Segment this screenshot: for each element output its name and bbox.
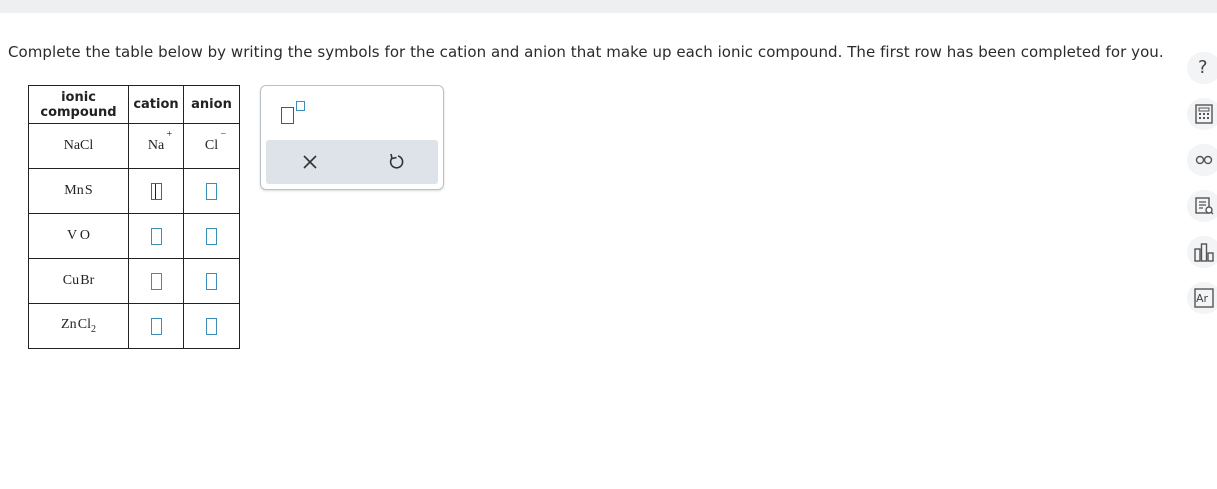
compound-element-b: Br (80, 273, 95, 288)
periodic-table-button[interactable]: Ar (1187, 282, 1217, 314)
superscript-box-icon (296, 101, 305, 111)
calculator-icon (1195, 104, 1213, 124)
top-bar (0, 0, 1217, 13)
compound-cell: Zn Cl2 (28, 303, 129, 349)
periodic-table-label: Ar (1196, 292, 1209, 305)
table-row: Mn S (28, 168, 240, 214)
chart-icon (1194, 243, 1214, 262)
help-button[interactable]: ? (1187, 52, 1217, 84)
cation-input[interactable] (150, 182, 162, 200)
cation-cell[interactable] (128, 213, 184, 259)
cation-cell: Na + (128, 123, 184, 169)
compound-cell: Mn S (28, 168, 129, 214)
glasses-button[interactable] (1187, 144, 1217, 176)
compound-element-a: Cu (62, 273, 80, 288)
compound-element-b: S (84, 183, 93, 198)
cation-value: Na + (147, 129, 172, 154)
cation-cell[interactable] (128, 303, 184, 349)
cation-input[interactable] (150, 317, 162, 335)
header-compound-line1: ionic (61, 89, 96, 105)
calculator-button[interactable] (1187, 98, 1217, 130)
anion-charge: − (220, 129, 227, 140)
compound-element-b: O (79, 228, 91, 243)
anion-input[interactable] (206, 182, 217, 200)
compound-element-b: Cl (77, 317, 91, 333)
compound-subscript: 2 (90, 323, 96, 335)
table-row: Cu Br (28, 258, 240, 304)
help-icon: ? (1198, 57, 1208, 78)
header-compound: ionic compound (28, 85, 129, 124)
header-anion: anion (183, 85, 240, 124)
anion-cell: Cl − (183, 123, 240, 169)
instruction-text: Complete the table below by writing the … (8, 43, 1164, 61)
anion-cell[interactable] (183, 213, 240, 259)
anion-cell[interactable] (183, 258, 240, 304)
compound-cell: V O (28, 213, 129, 259)
cation-cell[interactable] (128, 258, 184, 304)
ion-table: ionic compound cation anion NaCl Na + Cl… (28, 85, 240, 349)
cation-input[interactable] (150, 272, 162, 290)
compound-element-a: Mn (64, 183, 84, 198)
cation-input[interactable] (150, 227, 162, 245)
anion-input[interactable] (206, 272, 217, 290)
compound-element-b: Cl (80, 138, 94, 153)
anion-cell[interactable] (183, 303, 240, 349)
header-cation: cation (128, 85, 184, 124)
anion-input[interactable] (206, 317, 217, 335)
clear-button[interactable] (296, 150, 324, 174)
cation-cell[interactable] (128, 168, 184, 214)
anion-cell[interactable] (183, 168, 240, 214)
header-row: ionic compound cation anion (28, 85, 240, 124)
reference-icon (1195, 197, 1214, 215)
palette-action-bar (266, 140, 438, 184)
compound-element-a: V (66, 228, 78, 243)
chart-button[interactable] (1187, 236, 1217, 268)
compound-cell: NaCl (28, 123, 129, 169)
close-icon (303, 155, 317, 169)
anion-symbol: Cl (204, 138, 219, 153)
compound-cell: Cu Br (28, 258, 129, 304)
answer-palette (260, 85, 444, 190)
cation-charge: + (166, 129, 173, 140)
table-row: NaCl Na + Cl − (28, 123, 240, 169)
table-row: Zn Cl2 (28, 303, 240, 349)
anion-input[interactable] (206, 227, 217, 245)
cation-symbol: Na (147, 138, 165, 153)
header-compound-line2: compound (40, 104, 117, 120)
glasses-icon (1195, 155, 1213, 165)
compound-element-a: Na (63, 138, 81, 153)
undo-button[interactable] (382, 150, 410, 174)
anion-value: Cl − (204, 129, 226, 154)
table-row: V O (28, 213, 240, 259)
superscript-tool-button[interactable] (281, 101, 309, 125)
undo-icon (389, 153, 404, 169)
compound-element-a: Zn (61, 317, 77, 333)
base-box-icon (281, 107, 294, 124)
reference-button[interactable] (1187, 190, 1217, 222)
